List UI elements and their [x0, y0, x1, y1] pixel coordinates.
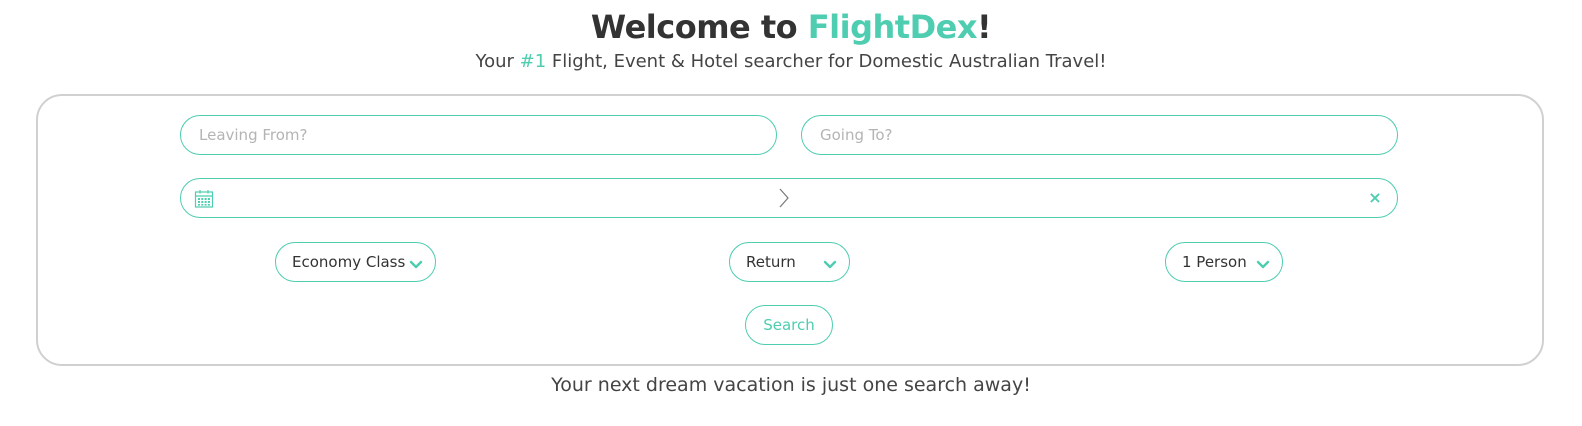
class-select-value: Economy Class — [292, 253, 406, 271]
chevron-right-icon — [778, 188, 790, 212]
subtitle-suffix: Flight, Event & Hotel searcher for Domes… — [546, 51, 1107, 72]
calendar-icon[interactable] — [194, 189, 214, 213]
page-title: Welcome to FlightDex! — [0, 8, 1582, 46]
page-subtitle: Your #1 Flight, Event & Hotel searcher f… — [0, 51, 1582, 72]
subtitle-prefix: Your — [475, 51, 520, 72]
passengers-select-value: 1 Person — [1182, 253, 1247, 271]
close-icon[interactable]: × — [1365, 188, 1385, 208]
brand-name: FlightDex — [807, 8, 978, 46]
subtitle-rank: #1 — [519, 51, 547, 72]
chevron-down-icon — [823, 256, 837, 274]
leaving-from-field[interactable] — [180, 115, 777, 155]
title-suffix: ! — [976, 8, 992, 46]
trip-type-select[interactable]: Return — [729, 242, 850, 282]
passengers-select[interactable]: 1 Person — [1165, 242, 1283, 282]
title-prefix: Welcome to — [590, 8, 808, 46]
class-select[interactable]: Economy Class — [275, 242, 436, 282]
leaving-from-input[interactable] — [181, 116, 776, 154]
date-range-picker[interactable]: × — [180, 178, 1398, 218]
search-button[interactable]: Search — [745, 305, 833, 345]
going-to-input[interactable] — [802, 116, 1397, 154]
chevron-down-icon — [1256, 256, 1270, 274]
going-to-field[interactable] — [801, 115, 1398, 155]
tagline: Your next dream vacation is just one sea… — [551, 374, 1031, 396]
chevron-down-icon — [409, 256, 423, 274]
trip-type-select-value: Return — [746, 253, 796, 271]
